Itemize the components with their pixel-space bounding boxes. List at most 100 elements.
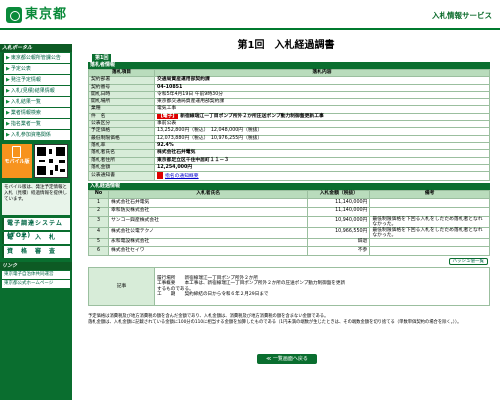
bidder-name: 株式会社セイワ [107, 246, 309, 257]
info-label: 契約番号 [88, 83, 155, 92]
page: 東京都 入札情報サービス 入札ポータル ▶東京都公報所管課公告 ▶予定公表 ▶発… [0, 0, 500, 400]
sidebar-item-designated-vendors[interactable]: ▶指名業者一覧 [2, 119, 70, 129]
bidder-name: 永和電設株式会社 [107, 237, 309, 248]
hash-values-button[interactable]: ハッシュ値一覧 [448, 258, 488, 266]
hash-row: ハッシュ値一覧 [88, 256, 490, 267]
sidebar-e-bidding[interactable]: 電 子 入 札 [2, 232, 70, 244]
info-value[interactable]: 指名の通知概要 [154, 171, 490, 182]
info-row: 業種 電気工事 [88, 105, 490, 114]
sidebar-item-label: 発注予定情報 [10, 77, 41, 83]
bid-amount: 10,966,550円 [307, 226, 371, 239]
tokyo-emblem-icon [6, 7, 22, 23]
info-row: 開札場所 東京都交通局資産運用部契約課 [88, 98, 490, 107]
logo-text: 東京都 [25, 7, 68, 22]
sidebar-item-vendor-search[interactable]: ▶業者情報検索 [2, 108, 70, 118]
bid-note [369, 197, 490, 208]
info-row: 契約部署 交通局資産運用部契約課 [88, 76, 490, 85]
arrow-icon: ▶ [6, 110, 10, 116]
bid-history-table: No 入札者氏名 入札金額（税抜） 備考 1 株式会社石井電気 11,140,000… [88, 190, 490, 257]
main-content: 第1回 入札経過調書 第1回 落札者情報 落札項目 落札内容 契約部署 交通局資産… [76, 30, 496, 400]
info-row: 落札金額 12,254,000円 [88, 163, 490, 173]
arrow-icon: ▶ [6, 77, 10, 83]
bidder-name: 株式会社公電テクノ [107, 226, 309, 239]
tokyo-logo[interactable]: 東京都 [6, 6, 74, 24]
info-row: 件 名【電子】 新宿線瑞江一丁目ポンプ所外２か所圧送ポンプ動力制御盤更新工事 [88, 112, 490, 122]
bid-number: 5 [88, 237, 109, 248]
info-value: 92.4% [154, 141, 490, 151]
column-header: 備考 [369, 190, 490, 199]
remarks-label: 記事 [88, 267, 155, 307]
content-area: 落札者情報 落札項目 落札内容 契約部署 交通局資産運用部契約課 契約番号 04-10… [88, 62, 490, 326]
bid-note: 最低制限価格を下回る入札をしたため落札者となれなかった。 [369, 215, 490, 228]
mobile-version-label[interactable]: モバイル版 [2, 144, 32, 178]
sidebar-links-heading: リンク [0, 262, 72, 270]
mobile-version-text: モバイル版 [4, 159, 30, 165]
info-value-text: 電気工事 [157, 106, 177, 112]
mobile-version-note: モバイル版は、発注予定情報と入札（見積）経過情報を提供しています。 [2, 183, 70, 215]
round-badge: 第1回 [92, 54, 112, 62]
info-row: 落札率 92.4% [88, 141, 490, 151]
bid-number: 4 [88, 226, 109, 239]
sidebar-item-results-list[interactable]: ▶入札結果一覧 [2, 97, 70, 107]
info-label: 落札者住所 [88, 156, 155, 165]
sidebar-link-official-site[interactable]: 東京都公式ホームページ [2, 280, 70, 288]
info-value-text: 04-10851 [157, 84, 183, 90]
bid-number: 6 [88, 246, 109, 257]
bid-amount: 不参 [307, 246, 371, 257]
bid-row: 2 幸和防災株式会社 11,140,000円 [88, 206, 490, 217]
arrow-icon: ▶ [6, 121, 10, 127]
info-row: 契約番号 04-10851 [88, 83, 490, 92]
info-row: 落札者氏名 株式会社石井電気 [88, 149, 490, 158]
arrow-icon: ▶ [6, 88, 10, 94]
info-value-text: 東京都足立区千住中居町１１－３ [157, 157, 229, 163]
info-row: 公表区分 事前公表 [88, 120, 490, 129]
sidebar-item-label: 業者情報検索 [10, 110, 41, 116]
sidebar-heading: 入札ポータル [0, 44, 72, 52]
column-header: No [88, 190, 109, 199]
bid-amount: 辞退 [307, 237, 371, 248]
notice-link[interactable]: 指名の通知概要 [165, 174, 199, 179]
info-value-text: 13,252,800円（税込） 12,048,000円（税抜） [157, 128, 263, 134]
info-value: 令和5年4月19日 午前9時30分 [154, 90, 490, 100]
remarks-text: 履行場所 新宿線瑞江一丁目ポンプ所外２か所 工事概要 本工事は、新宿線瑞江一丁目… [157, 275, 346, 298]
arrow-icon: ▶ [6, 99, 10, 105]
sidebar-item-preannouncement[interactable]: ▶予定公表 [2, 64, 70, 74]
back-to-list-button[interactable]: ≪ 一覧画面へ戻る [257, 354, 317, 364]
column-header: 落札項目 [88, 68, 155, 78]
page-title: 第1回 入札経過調書 [237, 40, 335, 51]
bid-amount: 11,140,000円 [307, 197, 371, 208]
sidebar-item-public-notice[interactable]: ▶東京都公報所管課公告 [2, 53, 70, 63]
sidebar-item-bid-results[interactable]: ▶入札(見積)結果情報 [2, 86, 70, 96]
winner-info-table: 落札項目 落札内容 契約部署 交通局資産運用部契約課 契約番号 04-10851 開札日… [88, 68, 490, 182]
info-label: 予定価格 [88, 127, 155, 136]
info-row: 開札日時 令和5年4月19日 午前9時30分 [88, 90, 490, 100]
bid-note: 最低制限価格を下回る入札をしたため落札者となれなかった。 [369, 226, 490, 239]
bid-history-section-header: 入札経過情報 [88, 183, 490, 191]
info-value-text: 92.4% [157, 142, 174, 148]
bid-amount: 11,140,000円 [307, 206, 371, 217]
sidebar-item-qualification[interactable]: ▶入札参加資格関係 [2, 130, 70, 140]
sidebar-e-procurement-top[interactable]: 電子調達システム(TOP) [2, 218, 70, 239]
info-value: 東京都交通局資産運用部契約課 [154, 98, 490, 107]
bidder-name: 株式会社石井電気 [107, 197, 309, 208]
column-header: 入札者氏名 [107, 190, 309, 199]
sidebar-qualification-review[interactable]: 資 格 審 査 [2, 246, 70, 258]
sidebar-item-order-plans[interactable]: ▶発注予定情報 [2, 75, 70, 85]
info-label: 公表区分 [88, 120, 155, 129]
info-value: 12,073,880円（税込） 10,976,255円（税抜） [154, 134, 490, 143]
info-value-text: 事前公表 [157, 121, 177, 127]
info-label: 件 名 [88, 112, 155, 122]
sidebar-link-e-government[interactable]: 東京電子自治体共同運営 [2, 271, 70, 279]
bid-row: 3 サンコー興産株式会社 10,940,000円 最低制限価格を下回る入札をしたため落… [88, 215, 490, 228]
mobile-version-box[interactable]: モバイル版 [2, 144, 70, 180]
info-label: 最低制限価格 [88, 134, 155, 143]
info-row: 予定価格 13,252,800円（税込） 12,048,000円（税抜） [88, 127, 490, 136]
bid-row: 1 株式会社石井電気 11,140,000円 [88, 197, 490, 208]
sidebar: 入札ポータル ▶東京都公報所管課公告 ▶予定公表 ▶発注予定情報 ▶入札(見積)… [0, 44, 72, 400]
bid-row: 6 株式会社セイワ 不参 [88, 246, 490, 257]
bid-note [369, 237, 490, 248]
arrow-icon: ▶ [6, 66, 10, 72]
info-value: 【電子】 新宿線瑞江一丁目ポンプ所外２か所圧送ポンプ動力制御盤更新工事 [154, 112, 490, 122]
info-label: 開札場所 [88, 98, 155, 107]
info-value-text: 12,073,880円（税込） 10,976,255円（税抜） [157, 135, 263, 141]
